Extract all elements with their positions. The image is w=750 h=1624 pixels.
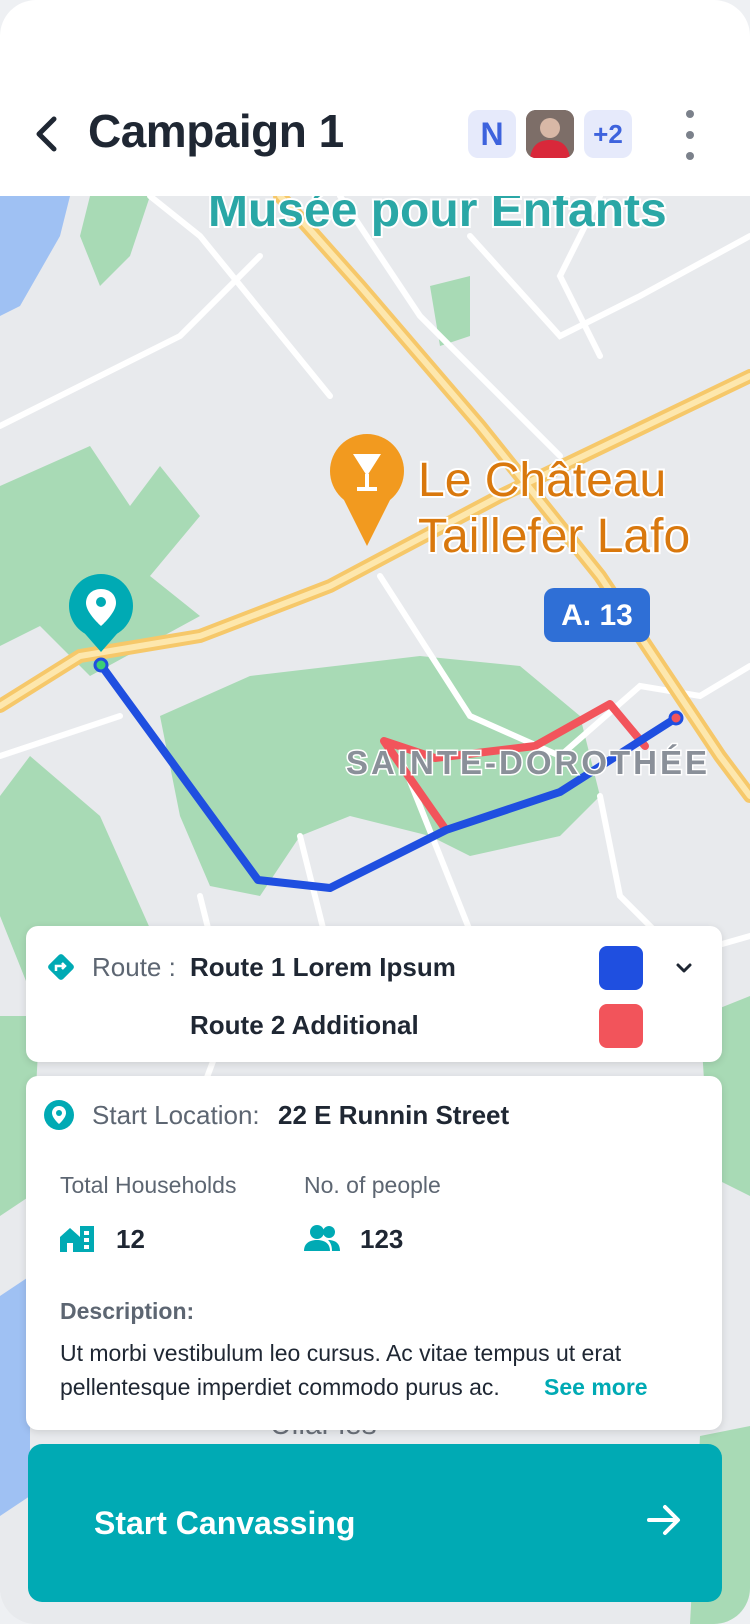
people-label: No. of people bbox=[304, 1172, 441, 1198]
collaborator-avatars[interactable]: N +2 bbox=[468, 110, 632, 158]
households-label: Total Households bbox=[60, 1172, 237, 1198]
route-2-name[interactable]: Route 2 Additional bbox=[190, 1010, 419, 1041]
households-value: 12 bbox=[116, 1224, 145, 1254]
more-options-button[interactable] bbox=[676, 110, 704, 160]
place-label: Le Château bbox=[418, 454, 666, 507]
chevron-down-icon[interactable] bbox=[674, 962, 694, 976]
avatar-more-count[interactable]: +2 bbox=[584, 110, 632, 158]
page-title: Campaign 1 bbox=[88, 105, 344, 157]
highway-label: A. 13 bbox=[561, 599, 633, 632]
back-button[interactable] bbox=[28, 108, 64, 160]
people-value: 123 bbox=[360, 1224, 404, 1254]
description-line-2: pellentesque imperdiet commodo purus ac. bbox=[60, 1374, 500, 1400]
chevron-left-icon bbox=[36, 116, 57, 152]
start-location-label: Start Location: bbox=[92, 1100, 260, 1130]
route-1-color-swatch bbox=[599, 946, 643, 990]
route-1-name[interactable]: Route 1 Lorem Ipsum bbox=[190, 952, 456, 983]
location-pin-icon bbox=[44, 1100, 74, 1130]
description-label: Description: bbox=[60, 1298, 195, 1324]
dot-icon bbox=[686, 110, 694, 118]
arrow-right-icon bbox=[647, 1505, 680, 1535]
museum-label: Musée pour Enfants bbox=[208, 196, 667, 237]
screen: A. 13 Musée pour Enfants Le Château Tail… bbox=[0, 0, 750, 1624]
description-line-1: Ut morbi vestibulum leo cursus. Ac vitae… bbox=[60, 1340, 622, 1366]
district-label: SAINTE-DOROTHÉE bbox=[346, 744, 710, 781]
directions-icon bbox=[48, 954, 74, 980]
place-label-line2: Taillefer Lafo bbox=[418, 510, 690, 563]
avatar-photo[interactable] bbox=[526, 110, 574, 158]
route-end-marker bbox=[668, 710, 684, 726]
campaign-info-card: Start Location: 22 E Runnin Street Total… bbox=[26, 1076, 722, 1430]
highway-shield: A. 13 bbox=[544, 588, 650, 642]
route-label: Route : bbox=[92, 952, 176, 982]
households-icon bbox=[60, 1226, 94, 1252]
route-start-dot bbox=[93, 657, 109, 673]
top-app-bar: Campaign 1 N +2 bbox=[0, 0, 750, 196]
start-location-value: 22 E Runnin Street bbox=[278, 1100, 510, 1130]
start-canvassing-button[interactable]: Start Canvassing bbox=[28, 1444, 722, 1602]
people-icon bbox=[304, 1225, 340, 1251]
user-photo-icon bbox=[526, 110, 574, 158]
avatar-initial[interactable]: N bbox=[468, 110, 516, 158]
see-more-link[interactable]: See more bbox=[544, 1374, 648, 1401]
start-canvassing-label: Start Canvassing bbox=[94, 1504, 356, 1541]
route-2-color-swatch bbox=[599, 1004, 643, 1048]
dot-icon bbox=[686, 152, 694, 160]
dot-icon bbox=[686, 131, 694, 139]
route-card: Route : Route 1 Lorem Ipsum Route 2 Addi… bbox=[26, 926, 722, 1062]
